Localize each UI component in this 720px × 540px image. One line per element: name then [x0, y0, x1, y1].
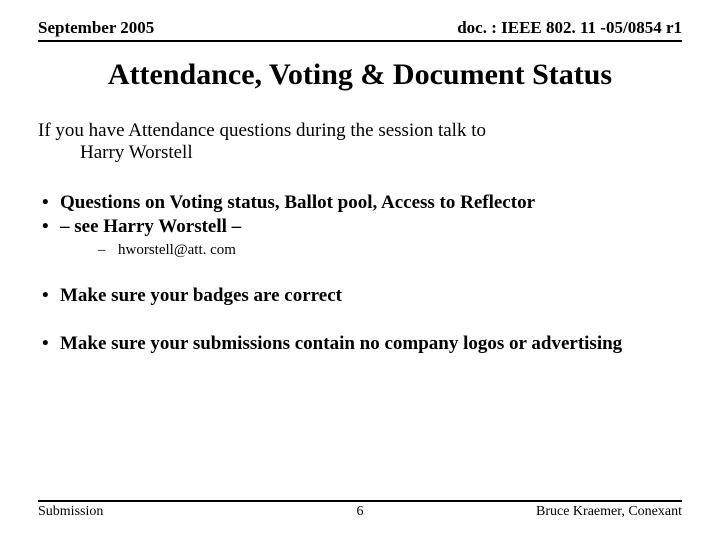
slide: September 2005 doc. : IEEE 802. 11 -05/0…: [0, 0, 720, 540]
sub-email: hworstell@att. com: [98, 242, 682, 259]
bullet-badges: Make sure your badges are correct: [38, 285, 682, 307]
header-doc-id: doc. : IEEE 802. 11 -05/0854 r1: [457, 18, 682, 38]
footer-bar: Submission 6 Bruce Kraemer, Conexant: [38, 500, 682, 520]
intro-line2: Harry Worstell: [38, 142, 682, 164]
bullet-see-harry: – see Harry Worstell – hworstell@att. co…: [38, 216, 682, 259]
footer-left: Submission: [38, 504, 103, 520]
bullet-see-harry-text: – see Harry Worstell –: [60, 216, 241, 237]
header-bar: September 2005 doc. : IEEE 802. 11 -05/0…: [38, 18, 682, 42]
bullet-submissions: Make sure your submissions contain no co…: [38, 333, 682, 355]
slide-title: Attendance, Voting & Document Status: [38, 58, 682, 92]
intro-line1: If you have Attendance questions during …: [38, 120, 486, 141]
bullet-list-2: Make sure your badges are correct: [38, 285, 682, 307]
bullet-list-3: Make sure your submissions contain no co…: [38, 333, 682, 355]
sub-list: hworstell@att. com: [60, 242, 682, 259]
footer-author: Bruce Kraemer, Conexant: [536, 504, 682, 520]
bullet-list: Questions on Voting status, Ballot pool,…: [38, 192, 682, 259]
intro-text: If you have Attendance questions during …: [38, 120, 682, 164]
header-date: September 2005: [38, 18, 154, 38]
bullet-voting-status: Questions on Voting status, Ballot pool,…: [38, 192, 682, 214]
